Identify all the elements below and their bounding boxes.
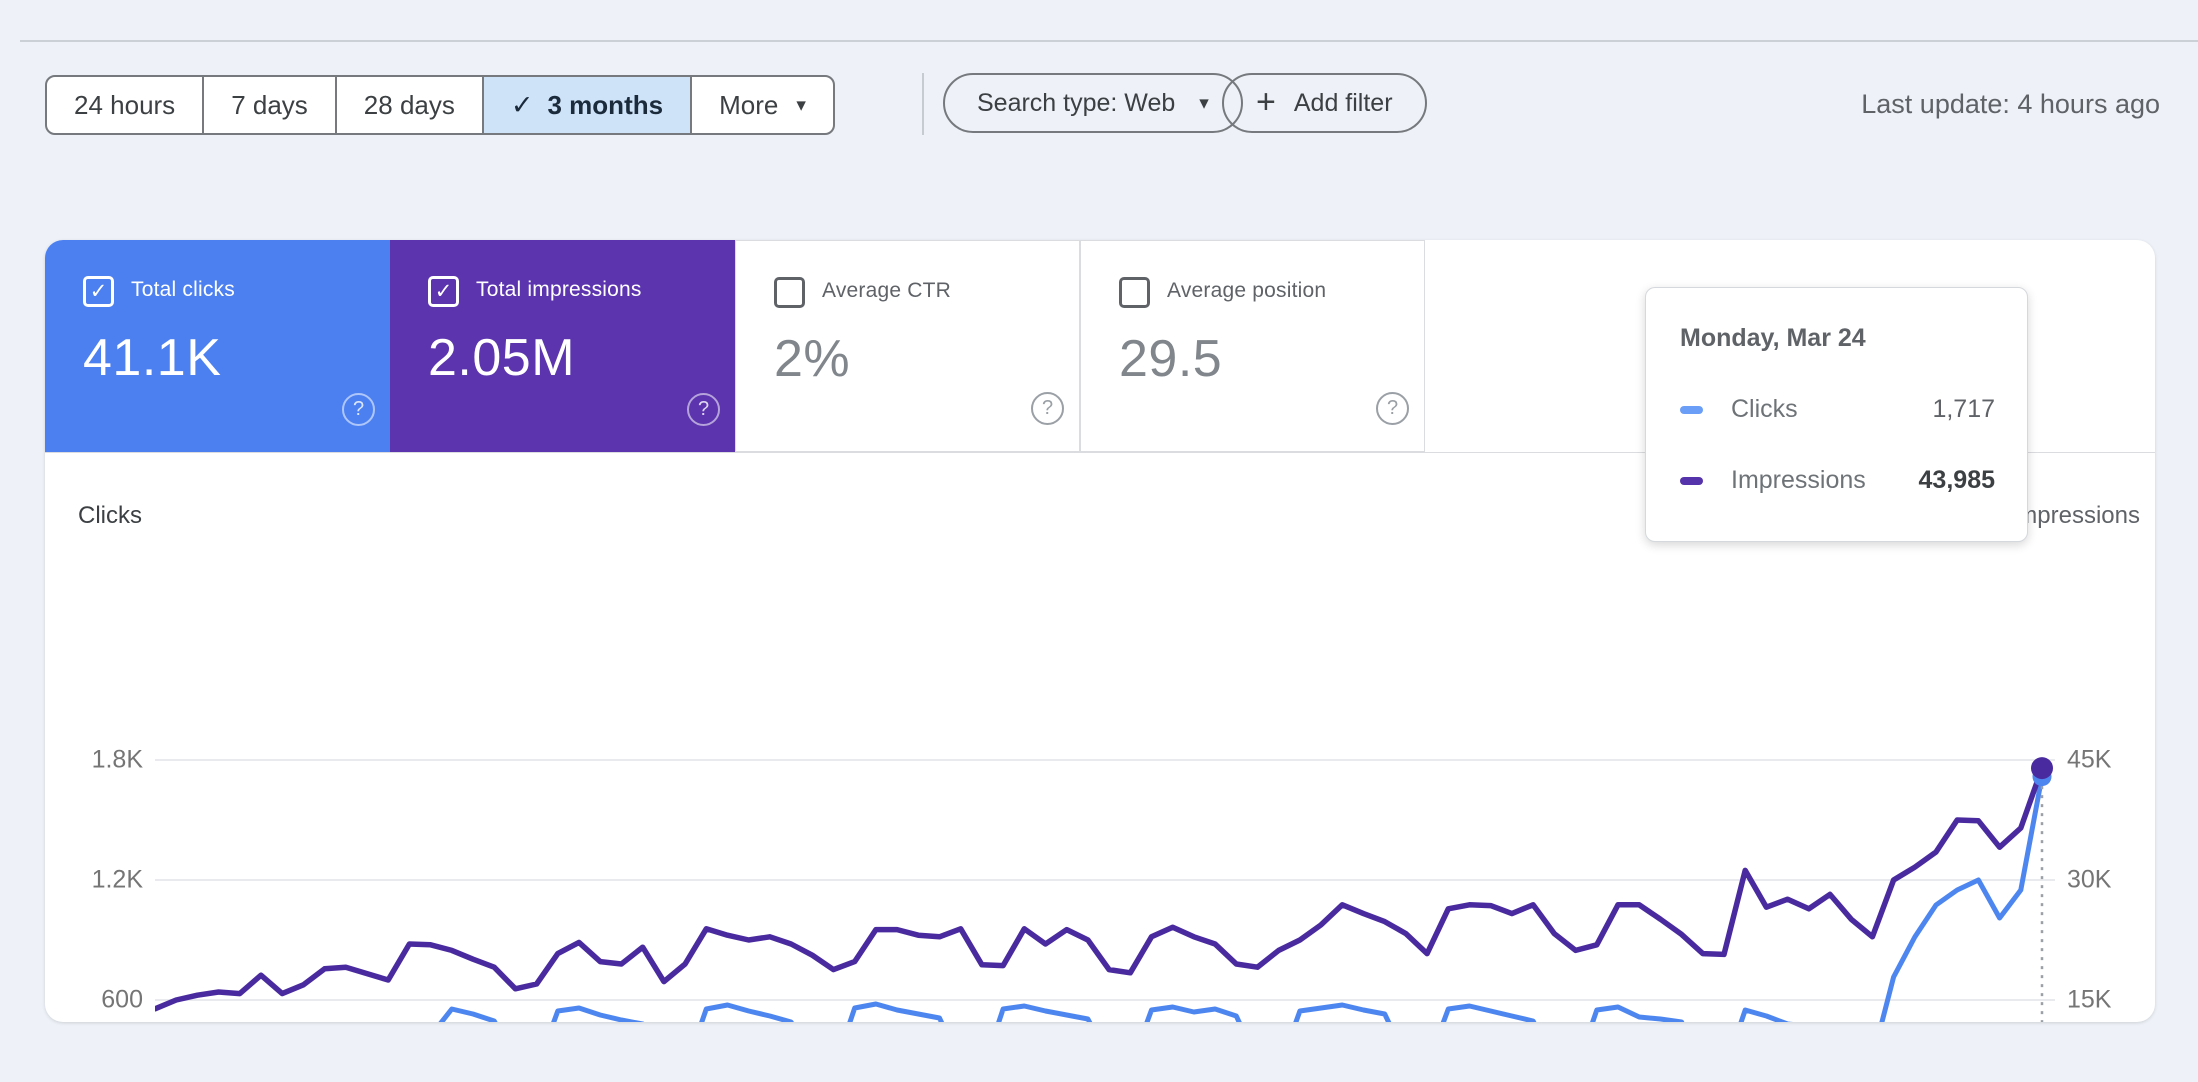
last-update-text: Last update: 4 hours ago <box>1861 89 2160 119</box>
date-range-chips: 24 hours 7 days 28 days ✓ 3 months More ▾ <box>45 75 835 135</box>
date-range-chip-7-days[interactable]: 7 days <box>204 77 337 133</box>
check-icon: ✓ <box>89 279 108 303</box>
chevron-down-icon: ▾ <box>796 94 806 116</box>
impressions-line <box>155 765 2045 1012</box>
date-range-chip-3-months[interactable]: ✓ 3 months <box>483 77 693 133</box>
metric-card-total-clicks[interactable]: ✓ Total clicks 41.1K? <box>45 240 390 452</box>
y-tick-left-600: 600 <box>101 985 143 1014</box>
tooltip-row-clicks: Clicks 1,717 <box>1680 395 1995 424</box>
help-icon[interactable]: ? <box>687 393 720 426</box>
y-tick-right-45k: 45K <box>2067 745 2112 774</box>
checkbox-unchecked-icon[interactable] <box>1119 277 1150 308</box>
metric-value: 2.05M <box>428 329 576 387</box>
metric-label: Average CTR <box>822 279 952 302</box>
legend-dash-icon <box>1680 405 1703 414</box>
search-type-dropdown[interactable]: Search type: Web ▾ <box>943 73 1243 133</box>
hover-tooltip: Monday, Mar 24 Clicks 1,717 Impressions 43,… <box>1645 287 2028 542</box>
chip-label: More <box>719 89 779 120</box>
tooltip-title: Monday, Mar 24 <box>1680 324 1866 352</box>
metric-label: Total impressions <box>476 278 642 301</box>
hover-dot-impressions <box>2031 757 2053 780</box>
date-range-chip-24-hours[interactable]: 24 hours <box>47 77 205 133</box>
check-icon: ✓ <box>434 279 453 303</box>
tooltip-row-value: 43,985 <box>1918 466 1995 494</box>
tooltip-row-label: Clicks <box>1731 395 1798 423</box>
plus-icon: + <box>1256 82 1276 121</box>
legend-dash-icon <box>1680 476 1703 485</box>
y-tick-left-1-8k: 1.8K <box>91 745 143 774</box>
search-type-label: Search type: Web <box>977 88 1176 117</box>
tooltip-row-impressions: Impressions 43,985 <box>1680 466 1995 495</box>
metric-value: 2% <box>774 330 851 388</box>
chip-label: 28 days <box>363 89 455 120</box>
metric-value: 29.5 <box>1119 330 1223 388</box>
metric-card-total-impressions[interactable]: ✓ Total impressions 2.05M? <box>390 240 735 452</box>
tooltip-row-label: Impressions <box>1731 466 1866 494</box>
chip-label: 7 days <box>231 89 308 120</box>
help-icon[interactable]: ? <box>1376 392 1409 425</box>
check-icon: ✓ <box>510 89 534 121</box>
toolbar-divider <box>922 73 924 135</box>
y-tick-right-15k: 15K <box>2067 985 2112 1014</box>
metric-label: Total clicks <box>131 278 235 301</box>
metric-label: Average position <box>1167 279 1327 302</box>
help-icon[interactable]: ? <box>342 393 375 426</box>
chip-label: 3 months <box>547 89 664 120</box>
add-filter-label: Add filter <box>1293 88 1393 117</box>
metric-card-average-ctr[interactable]: Average CTR 2%? <box>735 240 1080 452</box>
metric-value: 41.1K <box>83 329 222 387</box>
axis-title-clicks: Clicks <box>78 502 142 529</box>
tooltip-row-value: 1,717 <box>1932 395 1995 423</box>
chip-label: 24 hours <box>74 89 176 120</box>
axis-title-impressions: Impressions <box>2010 502 2140 529</box>
add-filter-button[interactable]: + Add filter <box>1222 73 1427 133</box>
checkbox-checked-icon[interactable]: ✓ <box>428 276 459 307</box>
chevron-down-icon: ▾ <box>1199 92 1209 114</box>
checkbox-checked-icon[interactable]: ✓ <box>83 276 114 307</box>
y-tick-right-30k: 30K <box>2067 865 2112 894</box>
date-range-chip-more[interactable]: More ▾ <box>692 77 833 133</box>
tooltip-rows: Clicks 1,717 Impressions 43,985 <box>1680 395 1995 495</box>
date-range-chip-28-days[interactable]: 28 days <box>337 77 484 133</box>
checkbox-unchecked-icon[interactable] <box>774 277 805 308</box>
top-divider <box>20 40 2198 42</box>
help-icon[interactable]: ? <box>1031 392 1064 425</box>
metric-card-average-position[interactable]: Average position 29.5? <box>1080 240 1425 452</box>
chart-plot[interactable] <box>155 752 2055 1022</box>
search-console-performance-page: 24 hours 7 days 28 days ✓ 3 months More ▾ Sear… <box>0 0 2198 1082</box>
y-tick-left-1-2k: 1.2K <box>91 865 143 894</box>
